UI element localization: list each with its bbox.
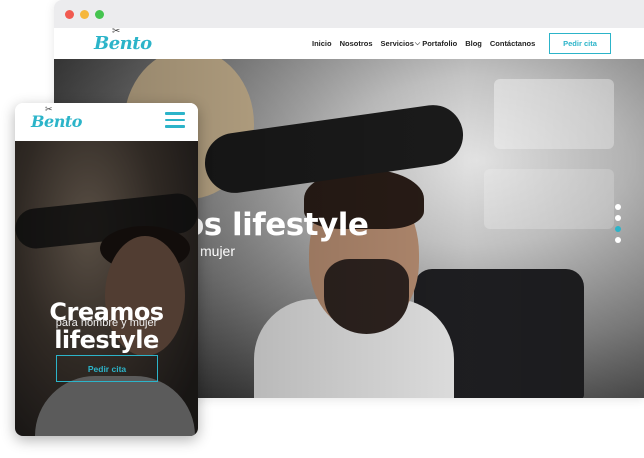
slider-pagination [615, 204, 621, 248]
scissors-icon: ✂ [45, 105, 53, 115]
mobile-phone-mockup: ✂ Bento Creamos lifestyle para hombre y … [15, 103, 198, 436]
nav-item-contactanos[interactable]: Contáctanos [490, 39, 535, 48]
slider-dot-active[interactable] [615, 226, 621, 232]
nav-item-portafolio[interactable]: Portafolio [422, 39, 457, 48]
slider-dot[interactable] [615, 204, 621, 210]
nav-item-blog[interactable]: Blog [465, 39, 482, 48]
hero-title: os lifestyle [183, 207, 369, 243]
main-nav: Inicio Nosotros Servicios ⌵ Portafolio B… [312, 28, 543, 59]
mobile-hero-banner: Creamos lifestyle para hombre y mujer Pe… [15, 141, 198, 436]
nav-item-nosotros[interactable]: Nosotros [340, 39, 373, 48]
maximize-window-dot[interactable] [95, 9, 104, 19]
slider-dot[interactable] [615, 215, 621, 221]
hero-overlay [15, 141, 198, 436]
mobile-header: ✂ Bento [15, 103, 198, 141]
hero-subtitle: mujer [200, 243, 236, 259]
minimize-window-dot[interactable] [80, 9, 89, 19]
hamburger-icon[interactable] [165, 112, 185, 128]
close-window-dot[interactable] [65, 9, 74, 19]
logo-text: Bento [31, 112, 82, 131]
nav-item-inicio[interactable]: Inicio [312, 39, 332, 48]
chevron-down-icon[interactable]: ⌵ [415, 40, 420, 48]
mobile-hero-subtitle: para hombre y mujer [55, 317, 158, 329]
mobile-site-logo[interactable]: ✂ Bento [31, 105, 82, 131]
scissors-icon: ✂ [112, 26, 120, 37]
mobile-hero-title-line2: lifestyle [54, 326, 159, 354]
site-header: ✂ Bento Inicio Nosotros Servicios ⌵ Port… [54, 26, 644, 59]
slider-dot[interactable] [615, 237, 621, 243]
browser-chrome [54, 0, 644, 28]
nav-item-servicios[interactable]: Servicios [381, 39, 414, 48]
mobile-pedir-cita-button[interactable]: Pedir cita [56, 355, 158, 382]
pedir-cita-button[interactable]: Pedir cita [549, 33, 611, 54]
logo-text: Bento [94, 33, 152, 54]
site-logo[interactable]: ✂ Bento [94, 26, 152, 54]
